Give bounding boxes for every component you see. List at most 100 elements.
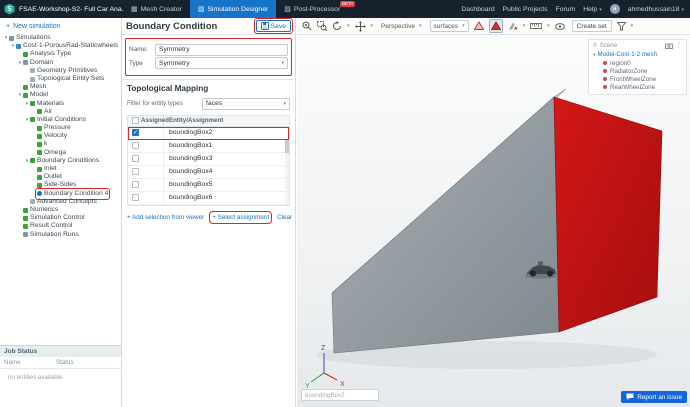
tree-item-k[interactable]: k bbox=[0, 140, 121, 148]
view-options-caret[interactable]: ▾ bbox=[347, 23, 350, 29]
tree-item-initial-conditions[interactable]: ▾Initial Conditions bbox=[0, 116, 121, 124]
tab-simulation-designer[interactable]: ▧ Simulation Designer bbox=[190, 0, 276, 18]
pan-icon[interactable] bbox=[355, 21, 366, 32]
tree-item-cost-1-porousrad-staticwheels[interactable]: ▾Cost-1-PorousRad-Staticwheels bbox=[0, 42, 121, 50]
tree-item-inlet[interactable]: Inlet bbox=[0, 165, 121, 173]
new-simulation-button[interactable]: + New simulation bbox=[0, 18, 121, 34]
pan-options-caret[interactable]: ▾ bbox=[371, 23, 374, 29]
tree-item-velocity[interactable]: Velocity bbox=[0, 132, 121, 140]
scene-item-region0[interactable]: region0 bbox=[589, 59, 686, 67]
filter-options-caret[interactable]: ▾ bbox=[631, 23, 634, 29]
tab-post-processor[interactable]: ▨ Post-Processor BETA bbox=[276, 0, 356, 18]
assignment-row-boundingbox3[interactable]: boundingBox3 bbox=[128, 153, 289, 166]
ruler-icon[interactable] bbox=[530, 22, 542, 30]
viewer-entity-filter-input[interactable] bbox=[301, 389, 379, 401]
filter-icon[interactable] bbox=[617, 22, 626, 31]
scene-item-label: RadiatorZone bbox=[610, 68, 648, 75]
tree-item-simulations[interactable]: ▾Simulations bbox=[0, 34, 121, 42]
scene-item-rearwheelzone[interactable]: RearWheelZone bbox=[589, 83, 686, 91]
nav-link-dashboard[interactable]: Dashboard bbox=[461, 6, 494, 13]
symmetry-face-selected[interactable] bbox=[554, 97, 662, 332]
highlight-faces-icon[interactable] bbox=[474, 21, 484, 31]
tree-item-materials[interactable]: ▾Materials bbox=[0, 100, 121, 108]
section-title: Topological Mapping bbox=[122, 82, 295, 96]
tree-item-advanced-concepts[interactable]: Advanced Concepts bbox=[0, 198, 121, 206]
tree-item-domain[interactable]: ▾Domain bbox=[0, 59, 121, 67]
render-mode-select[interactable]: surfaces ▾ bbox=[430, 20, 469, 32]
tab-label: Post-Processor bbox=[294, 6, 340, 13]
clear-button[interactable]: Clear bbox=[277, 214, 292, 221]
tree-item-label: Mesh bbox=[30, 83, 46, 91]
assignment-checkbox[interactable] bbox=[132, 142, 139, 149]
entity-type-select[interactable]: faces ▾ bbox=[202, 98, 290, 110]
nav-link-public-projects[interactable]: Public Projects bbox=[503, 6, 548, 13]
zoom-in-icon[interactable] bbox=[302, 21, 312, 31]
simscale-workbench: S FSAE-Workshop-S2- Full Car Ana... ▦ Me… bbox=[0, 0, 690, 407]
zoom-window-icon[interactable] bbox=[317, 21, 327, 31]
tree-item-label: Boundary Conditions bbox=[37, 157, 99, 165]
projection-select[interactable]: Perspective ▾ bbox=[378, 20, 424, 32]
tree-item-side-sides[interactable]: Side-Sides bbox=[0, 181, 121, 189]
select-assignment-button[interactable]: + Select assignment bbox=[212, 214, 269, 221]
create-set-button[interactable]: Create set bbox=[572, 20, 612, 32]
scene-item-radiatorzone[interactable]: RadiatorZone bbox=[589, 67, 686, 75]
type-select[interactable]: Symmetry ▾ bbox=[155, 57, 288, 69]
snapshot-icon[interactable] bbox=[665, 43, 673, 49]
nav-link-forum[interactable]: Forum bbox=[556, 6, 576, 13]
tree-item-outlet[interactable]: Outlet bbox=[0, 173, 121, 181]
tree-item-model[interactable]: ▾Model bbox=[0, 91, 121, 99]
assignment-checkbox[interactable] bbox=[132, 168, 139, 175]
tree-item-analysis-type[interactable]: Analysis Type bbox=[0, 50, 121, 58]
assignment-row-boundingbox4[interactable]: boundingBox4 bbox=[128, 166, 289, 179]
assignment-row-boundingbox2[interactable]: ✓boundingBox2 bbox=[128, 127, 289, 140]
tree-item-pressure[interactable]: Pressure bbox=[0, 124, 121, 132]
assignment-row-boundingbox5[interactable]: boundingBox5 bbox=[128, 179, 289, 192]
viewport-3d[interactable]: Z Y X ≡ Scene ⋮ ▾ Model-Cost-1-2 mesh re bbox=[297, 35, 690, 407]
assignment-row-boundingbox1[interactable]: boundingBox1 bbox=[128, 140, 289, 153]
avatar[interactable]: a bbox=[610, 4, 620, 14]
assignment-checkbox[interactable] bbox=[132, 155, 139, 162]
workbench-tabs: ▦ Mesh Creator ▧ Simulation Designer ▨ P… bbox=[123, 0, 356, 18]
green-node-icon bbox=[37, 183, 42, 188]
simscale-logo-icon[interactable]: S bbox=[4, 4, 15, 15]
tree-item-geometry-primitives[interactable]: Geometry Primitives bbox=[0, 67, 121, 75]
tab-mesh-creator[interactable]: ▦ Mesh Creator bbox=[123, 0, 190, 18]
assignment-row-boundingbox6[interactable]: boundingBox6 bbox=[128, 192, 289, 205]
scene-mesh-item[interactable]: ▾ Model-Cost-1-2 mesh bbox=[589, 50, 686, 59]
user-menu[interactable]: ahmedhussain18▾ bbox=[628, 6, 684, 13]
tree-item-simulation-runs[interactable]: Simulation Runs bbox=[0, 231, 121, 239]
scene-item-frontwheelzone[interactable]: FrontWheelZone bbox=[589, 75, 686, 83]
tree-item-boundary-conditions[interactable]: ▾Boundary Conditions bbox=[0, 157, 121, 165]
measure-options-caret[interactable]: ▾ bbox=[547, 23, 550, 29]
assignment-checkbox[interactable] bbox=[132, 181, 139, 188]
tree-item-mesh[interactable]: Mesh bbox=[0, 83, 121, 91]
nav-link-help[interactable]: Help▾ bbox=[583, 6, 602, 13]
assignment-checkbox[interactable] bbox=[132, 194, 139, 201]
tree-item-boundary-condition-4[interactable]: Boundary Condition 4 bbox=[0, 190, 121, 198]
more-options-icon[interactable]: ⋮ bbox=[676, 42, 682, 49]
tree-item-label: Domain bbox=[30, 59, 53, 67]
tree-item-numerics[interactable]: Numerics bbox=[0, 206, 121, 214]
selection-options-caret[interactable]: ▾ bbox=[523, 23, 526, 29]
tree-item-label: Inlet bbox=[44, 165, 57, 173]
floppy-icon bbox=[261, 22, 269, 30]
tree-item-label: Initial Conditions bbox=[37, 116, 86, 124]
tree-item-omega[interactable]: Omega bbox=[0, 149, 121, 157]
visibility-icon[interactable] bbox=[555, 23, 565, 30]
hide-faces-icon[interactable] bbox=[508, 21, 518, 31]
tree-item-air[interactable]: Air bbox=[0, 108, 121, 116]
save-button[interactable]: Save bbox=[256, 20, 292, 32]
select-all-checkbox[interactable] bbox=[132, 117, 139, 124]
projection-value: Perspective bbox=[381, 23, 415, 30]
reset-view-icon[interactable] bbox=[332, 21, 342, 31]
tree-item-simulation-control[interactable]: Simulation Control bbox=[0, 214, 121, 222]
tree-item-result-control[interactable]: Result Control bbox=[0, 222, 121, 230]
assignment-checkbox[interactable]: ✓ bbox=[132, 129, 139, 136]
name-input[interactable] bbox=[155, 44, 288, 56]
box-side-face[interactable] bbox=[332, 97, 559, 353]
add-selection-from-viewer-button[interactable]: + Add selection from viewer bbox=[127, 214, 204, 221]
report-issue-button[interactable]: Report an issue bbox=[621, 391, 687, 403]
simulation-designer-icon: ▧ bbox=[198, 5, 205, 13]
tree-item-topological-entity-sets[interactable]: Topological Entity Sets bbox=[0, 75, 121, 83]
select-faces-icon[interactable] bbox=[489, 19, 503, 33]
